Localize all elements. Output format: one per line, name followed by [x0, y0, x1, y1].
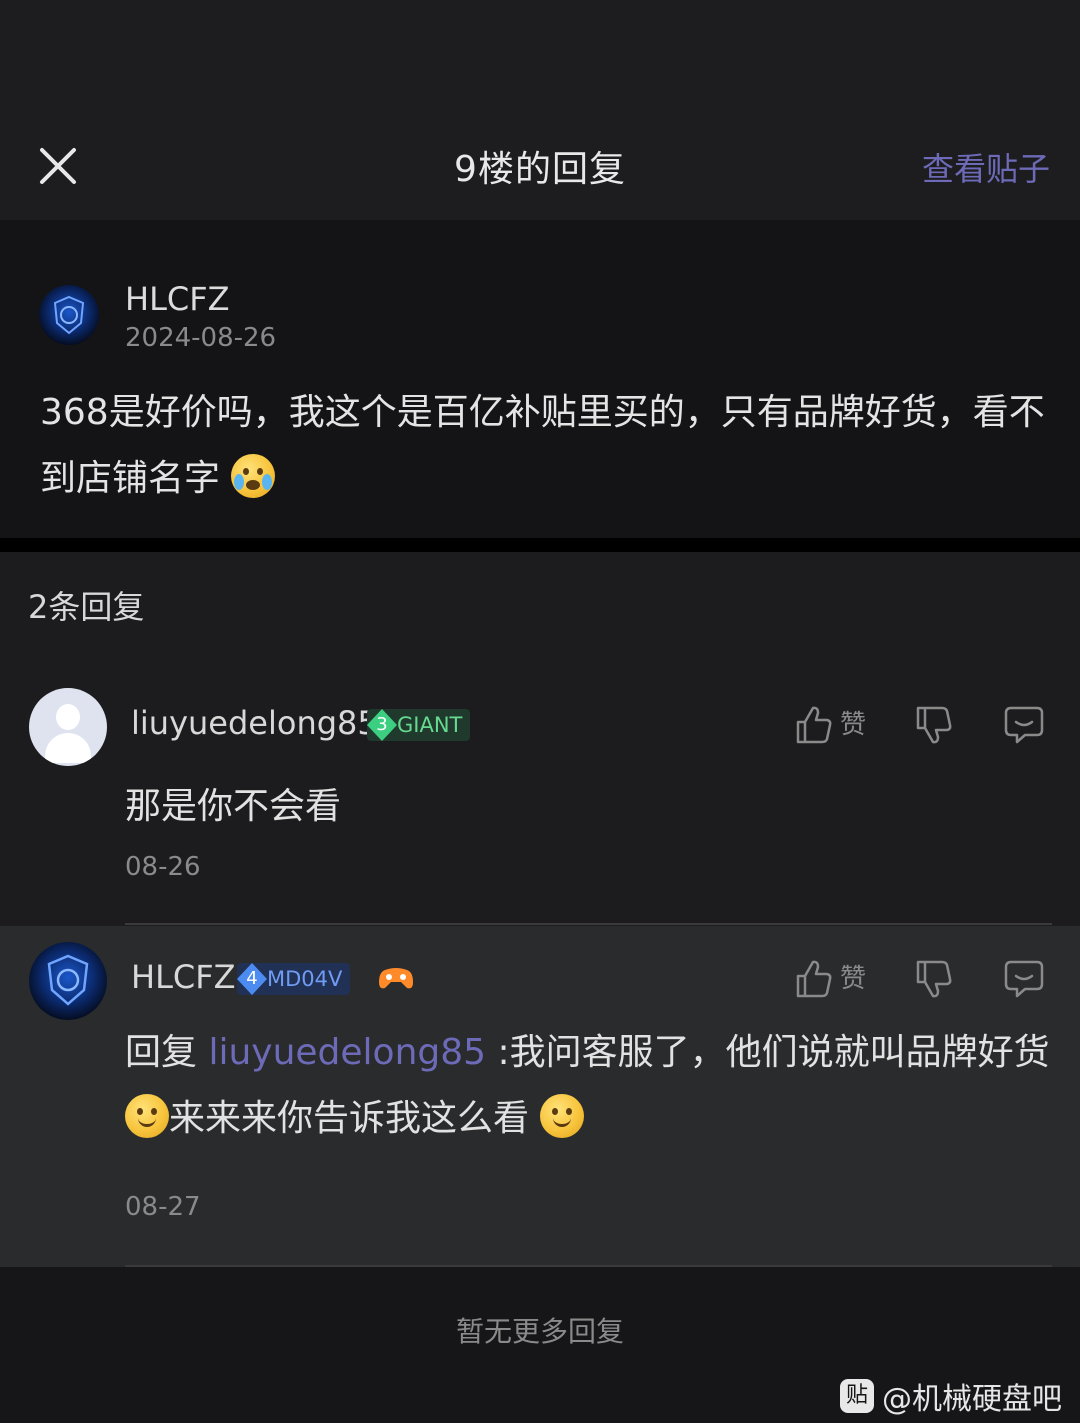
avatar[interactable] [29, 942, 107, 1020]
like-button[interactable]: 赞 [794, 702, 874, 746]
level-badge: 4 MD04V [237, 963, 351, 995]
like-label: 赞 [840, 710, 867, 740]
crying-face-icon [231, 454, 276, 498]
dislike-button[interactable] [914, 956, 954, 1000]
avatar[interactable] [39, 285, 99, 345]
tieba-logo-icon: 贴 [840, 1379, 874, 1413]
reply-time: 08-27 [125, 1192, 201, 1222]
reply-author[interactable]: HLCFZ [131, 958, 236, 996]
watermark-text: @机械硬盘吧 [882, 1382, 1062, 1417]
badge-label: MD04V [267, 967, 343, 991]
post-date: 2024-08-26 [125, 323, 277, 353]
section-divider [0, 538, 1080, 552]
thumbs-up-icon [796, 960, 832, 998]
level-badge: 3 GIANT [367, 709, 471, 741]
smiley-icon [540, 1094, 585, 1138]
watermark: 贴 @机械硬盘吧 [840, 1374, 1062, 1418]
post-body: 368是好价吗，我这个是百亿补贴里买的，只有品牌好货，看不到店铺名字 [40, 380, 1050, 512]
comment-icon [1004, 960, 1044, 998]
view-post-link[interactable]: 查看贴子 [922, 144, 1050, 190]
post-author[interactable]: HLCFZ [125, 280, 230, 318]
dislike-button[interactable] [914, 702, 954, 746]
reply-text: 那是你不会看 [125, 786, 342, 827]
badge-label: GIANT [397, 713, 463, 737]
no-more-replies: 暂无更多回复 [455, 1315, 624, 1348]
reply-text-part2: 来来来你告诉我这么看 [169, 1098, 530, 1139]
reply-item: liuyuedelong85 3 GIANT 赞 那是你不会看 08-26 [0, 672, 1080, 925]
reply-author[interactable]: liuyuedelong85 [131, 704, 378, 742]
avatar[interactable] [29, 688, 107, 766]
thumbs-down-icon [916, 960, 952, 998]
post-text: 368是好价吗，我这个是百亿补贴里买的，只有品牌好货，看不到店铺名字 [40, 392, 1045, 499]
gamepad-icon [379, 968, 413, 989]
reply-prefix: 回复 [125, 1032, 198, 1073]
main-post: HLCFZ 2024-08-26 368是好价吗，我这个是百亿补贴里买的，只有品… [0, 220, 1080, 538]
reply-text: 回复 liuyuedelong85 :我问客服了，他们说就叫品牌好货 来来来你告… [125, 1020, 1060, 1152]
shield-emblem-icon [47, 954, 89, 1006]
replies-section: 2条回复 liuyuedelong85 3 GIANT 赞 那是你不会看 08-… [0, 552, 1080, 1267]
comment-icon [1004, 706, 1044, 744]
thumbs-down-icon [916, 706, 952, 744]
comment-button[interactable] [1003, 956, 1045, 1000]
comment-button[interactable] [1003, 702, 1045, 746]
smiley-icon [125, 1094, 169, 1138]
reply-item: HLCFZ 4 MD04V 赞 回复 liuyuedelong85:我问客服了… [0, 926, 1080, 1267]
top-bar: 9楼的回复 查看贴子 [0, 0, 1080, 220]
like-button[interactable]: 赞 [794, 956, 874, 1000]
reply-count: 2条回复 [28, 588, 145, 626]
thumbs-up-icon [796, 706, 832, 744]
like-label: 赞 [840, 964, 867, 994]
level-gem-icon: 4 [237, 963, 267, 995]
shield-emblem-icon [53, 295, 85, 335]
mention-link[interactable]: liuyuedelong85 [208, 1032, 486, 1073]
level-gem-icon: 3 [367, 709, 397, 741]
divider [125, 923, 1052, 925]
reply-text-part1: :我问客服了，他们说就叫品牌好货 [497, 1032, 1050, 1073]
reply-time: 08-26 [125, 852, 201, 882]
page-title: 9楼的回复 [454, 149, 626, 190]
